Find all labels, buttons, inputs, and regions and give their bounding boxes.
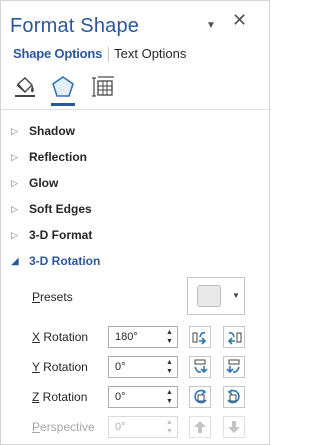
rotate-down-icon[interactable] — [223, 356, 245, 378]
format-shape-pane: Format Shape ▼ ✕ Shape Options Text Opti… — [0, 0, 271, 445]
chevron-down-icon: ▼ — [232, 291, 240, 300]
fill-line-icon[interactable] — [10, 72, 40, 102]
rotate-clockwise-icon[interactable] — [223, 386, 245, 408]
presets-label: Presets — [32, 290, 73, 304]
section-label: Soft Edges — [29, 202, 92, 216]
section-label: 3-D Format — [29, 228, 93, 242]
section-reflection[interactable]: ▷ Reflection — [11, 146, 87, 168]
tab-shape-options[interactable]: Shape Options — [13, 46, 102, 64]
section-shadow[interactable]: ▷ Shadow — [11, 120, 75, 142]
effects-icon[interactable] — [48, 72, 78, 106]
header-divider — [1, 109, 271, 110]
pane-title: Format Shape — [10, 15, 140, 37]
y-rotation-value: 0° — [115, 361, 126, 373]
size-properties-icon[interactable] — [89, 72, 119, 102]
preset-swatch — [197, 285, 221, 307]
perspective-value: 0° — [115, 421, 126, 433]
z-rotation-spinner[interactable]: 0° ▲ ▼ — [108, 386, 178, 408]
section-3d-format[interactable]: ▷ 3-D Format — [11, 224, 92, 246]
perspective-spinner[interactable]: 0° ▲ ▼ — [108, 416, 178, 438]
z-rotation-value: 0° — [115, 391, 126, 403]
perspective-increase-icon[interactable] — [189, 416, 211, 438]
category-icon-row — [1, 67, 271, 107]
section-label: Glow — [29, 176, 59, 190]
pane-options-dropdown-icon[interactable]: ▼ — [206, 18, 216, 34]
x-rotation-value: 180° — [115, 331, 138, 343]
expand-arrow-icon: ▷ — [11, 229, 18, 240]
perspective-label: Perspective — [32, 420, 95, 434]
expand-arrow-icon: ▷ — [11, 177, 18, 188]
section-soft-edges[interactable]: ▷ Soft Edges — [11, 198, 92, 220]
presets-dropdown[interactable]: ▼ — [187, 277, 245, 315]
spinner-arrows-icon[interactable]: ▲ ▼ — [165, 388, 174, 406]
y-rotation-spinner[interactable]: 0° ▲ ▼ — [108, 356, 178, 378]
rotate-left-icon[interactable] — [189, 326, 211, 348]
close-icon[interactable]: ✕ — [232, 11, 247, 29]
y-rotation-label: Y Rotation — [32, 360, 88, 374]
expand-arrow-icon: ▷ — [11, 203, 18, 214]
tab-text-options[interactable]: Text Options — [114, 46, 186, 64]
spinner-arrows-icon[interactable]: ▲ ▼ — [165, 418, 174, 436]
z-rotation-label: Z Rotation — [32, 390, 88, 404]
rotate-up-icon[interactable] — [189, 356, 211, 378]
section-label: Shadow — [29, 124, 76, 138]
section-label: 3-D Rotation — [29, 254, 101, 268]
expand-arrow-icon: ▷ — [11, 125, 18, 136]
section-3d-rotation[interactable]: ◢ 3-D Rotation — [11, 250, 100, 272]
spinner-arrows-icon[interactable]: ▲ ▼ — [165, 358, 174, 376]
section-label: Reflection — [29, 150, 88, 164]
section-glow[interactable]: ▷ Glow — [11, 172, 58, 194]
options-tabs: Shape Options Text Options — [13, 46, 186, 64]
x-rotation-spinner[interactable]: 180° ▲ ▼ — [108, 326, 178, 348]
collapse-arrow-icon: ◢ — [11, 255, 19, 267]
expand-arrow-icon: ▷ — [11, 151, 18, 162]
rotate-counterclockwise-icon[interactable] — [189, 386, 211, 408]
x-rotation-label: X Rotation — [32, 330, 89, 344]
rotate-right-icon[interactable] — [223, 326, 245, 348]
spinner-arrows-icon[interactable]: ▲ ▼ — [165, 328, 174, 346]
perspective-decrease-icon[interactable] — [223, 416, 245, 438]
tab-separator — [108, 47, 110, 62]
